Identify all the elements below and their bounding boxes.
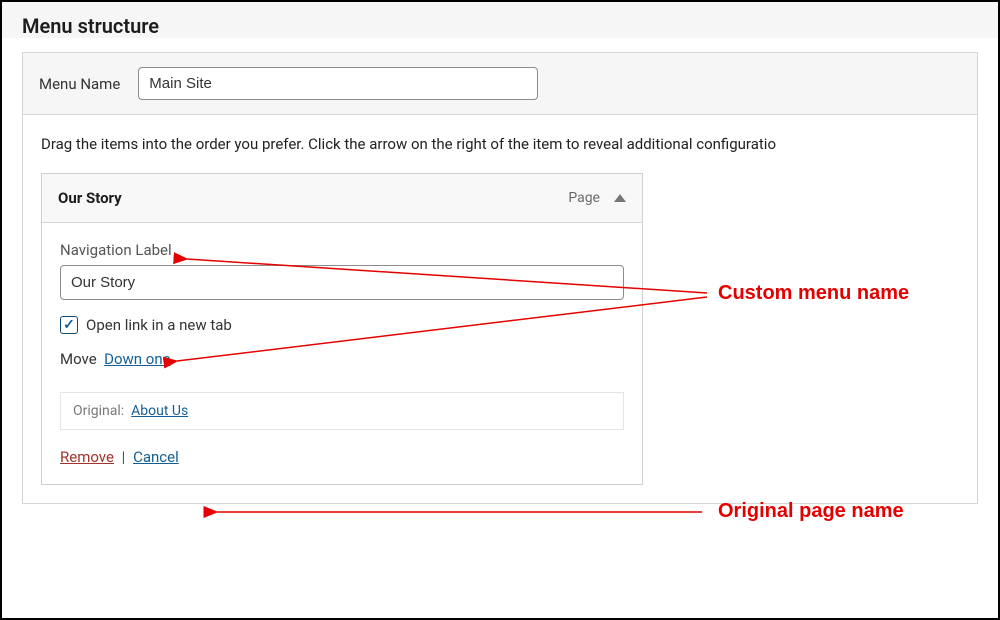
remove-link[interactable]: Remove: [60, 448, 114, 466]
new-tab-checkbox[interactable]: [60, 316, 78, 334]
annotation-custom-menu-name: Custom menu name: [718, 282, 909, 305]
nav-label-label: Navigation Label: [60, 241, 624, 259]
original-box: Original: About Us: [60, 392, 624, 430]
divider: |: [122, 448, 126, 466]
menu-item-title: Our Story: [58, 189, 122, 207]
body-area: Drag the items into the order you prefer…: [22, 115, 978, 504]
menu-name-bar: Menu Name: [22, 52, 978, 115]
menu-item: Our Story Page Navigation Label Open lin…: [41, 173, 643, 485]
menu-item-header[interactable]: Our Story Page: [42, 174, 642, 223]
menu-name-label: Menu Name: [39, 75, 120, 93]
move-label: Move: [60, 350, 97, 368]
instruction-text: Drag the items into the order you prefer…: [23, 135, 977, 173]
new-tab-label: Open link in a new tab: [86, 316, 232, 334]
menu-item-type: Page: [568, 190, 600, 206]
annotation-original-page-name: Original page name: [718, 500, 904, 523]
original-label: Original:: [73, 403, 124, 419]
menu-item-body: Navigation Label Open link in a new tab …: [42, 223, 642, 484]
menu-name-input[interactable]: [138, 67, 538, 100]
cancel-link[interactable]: Cancel: [133, 448, 179, 466]
original-page-link[interactable]: About Us: [131, 403, 188, 419]
nav-label-input[interactable]: [60, 265, 624, 300]
section-title: Menu structure: [22, 14, 978, 38]
move-down-one-link[interactable]: Down one: [104, 350, 170, 368]
collapse-up-icon: [614, 194, 626, 202]
